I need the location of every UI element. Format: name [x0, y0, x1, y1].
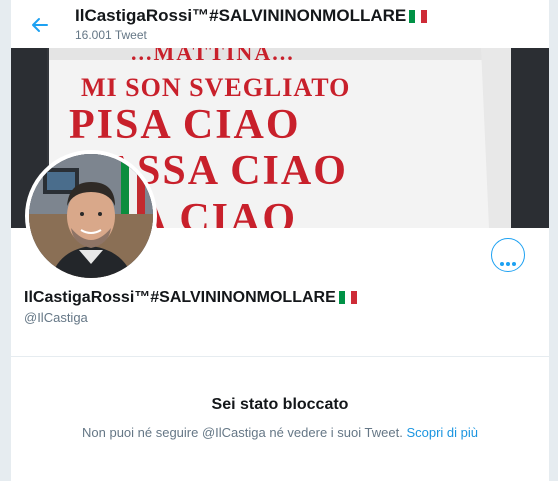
avatar[interactable]: [25, 150, 157, 282]
back-button[interactable]: [25, 10, 55, 40]
divider: [11, 356, 549, 357]
learn-more-link[interactable]: Scopri di più: [406, 425, 478, 440]
user-handle: @IlCastiga: [24, 310, 88, 325]
header-title: IlCastigaRossi™#SALVININONMOLLARE: [75, 6, 407, 25]
avatar-image: [29, 154, 153, 278]
italy-flag-icon: [338, 291, 357, 309]
header-title-row: IlCastigaRossi™#SALVININONMOLLARE: [75, 6, 428, 28]
profile-header-bar: IlCastigaRossi™#SALVININONMOLLARE 16.001…: [11, 0, 549, 48]
profile-column: IlCastigaRossi™#SALVININONMOLLARE 16.001…: [10, 0, 550, 481]
blocked-title: Sei stato bloccato: [211, 396, 349, 413]
display-name-row: IlCastigaRossi™#SALVININONMOLLARE: [24, 289, 357, 309]
banner-line-2: MI SON SVEGLIATO: [81, 73, 350, 102]
italy-flag-icon: [409, 8, 428, 28]
banner-line-1: ...MATTINA...: [131, 48, 295, 65]
flag-stripe-red: [421, 10, 428, 23]
arrow-left-icon: [32, 18, 48, 32]
more-options-button[interactable]: [491, 238, 525, 272]
tweet-count: 16.001 Tweet: [75, 28, 147, 42]
banner-line-3: PISA CIAO: [69, 102, 301, 148]
display-name: IlCastigaRossi™#SALVININONMOLLARE: [24, 289, 336, 306]
more-horizontal-icon: [500, 253, 518, 271]
blocked-message: Non puoi né seguire @IlCastiga né vedere…: [82, 425, 403, 440]
blocked-message-row: Non puoi né seguire @IlCastiga né vedere…: [11, 425, 549, 440]
flag-stripe-red: [350, 291, 357, 304]
